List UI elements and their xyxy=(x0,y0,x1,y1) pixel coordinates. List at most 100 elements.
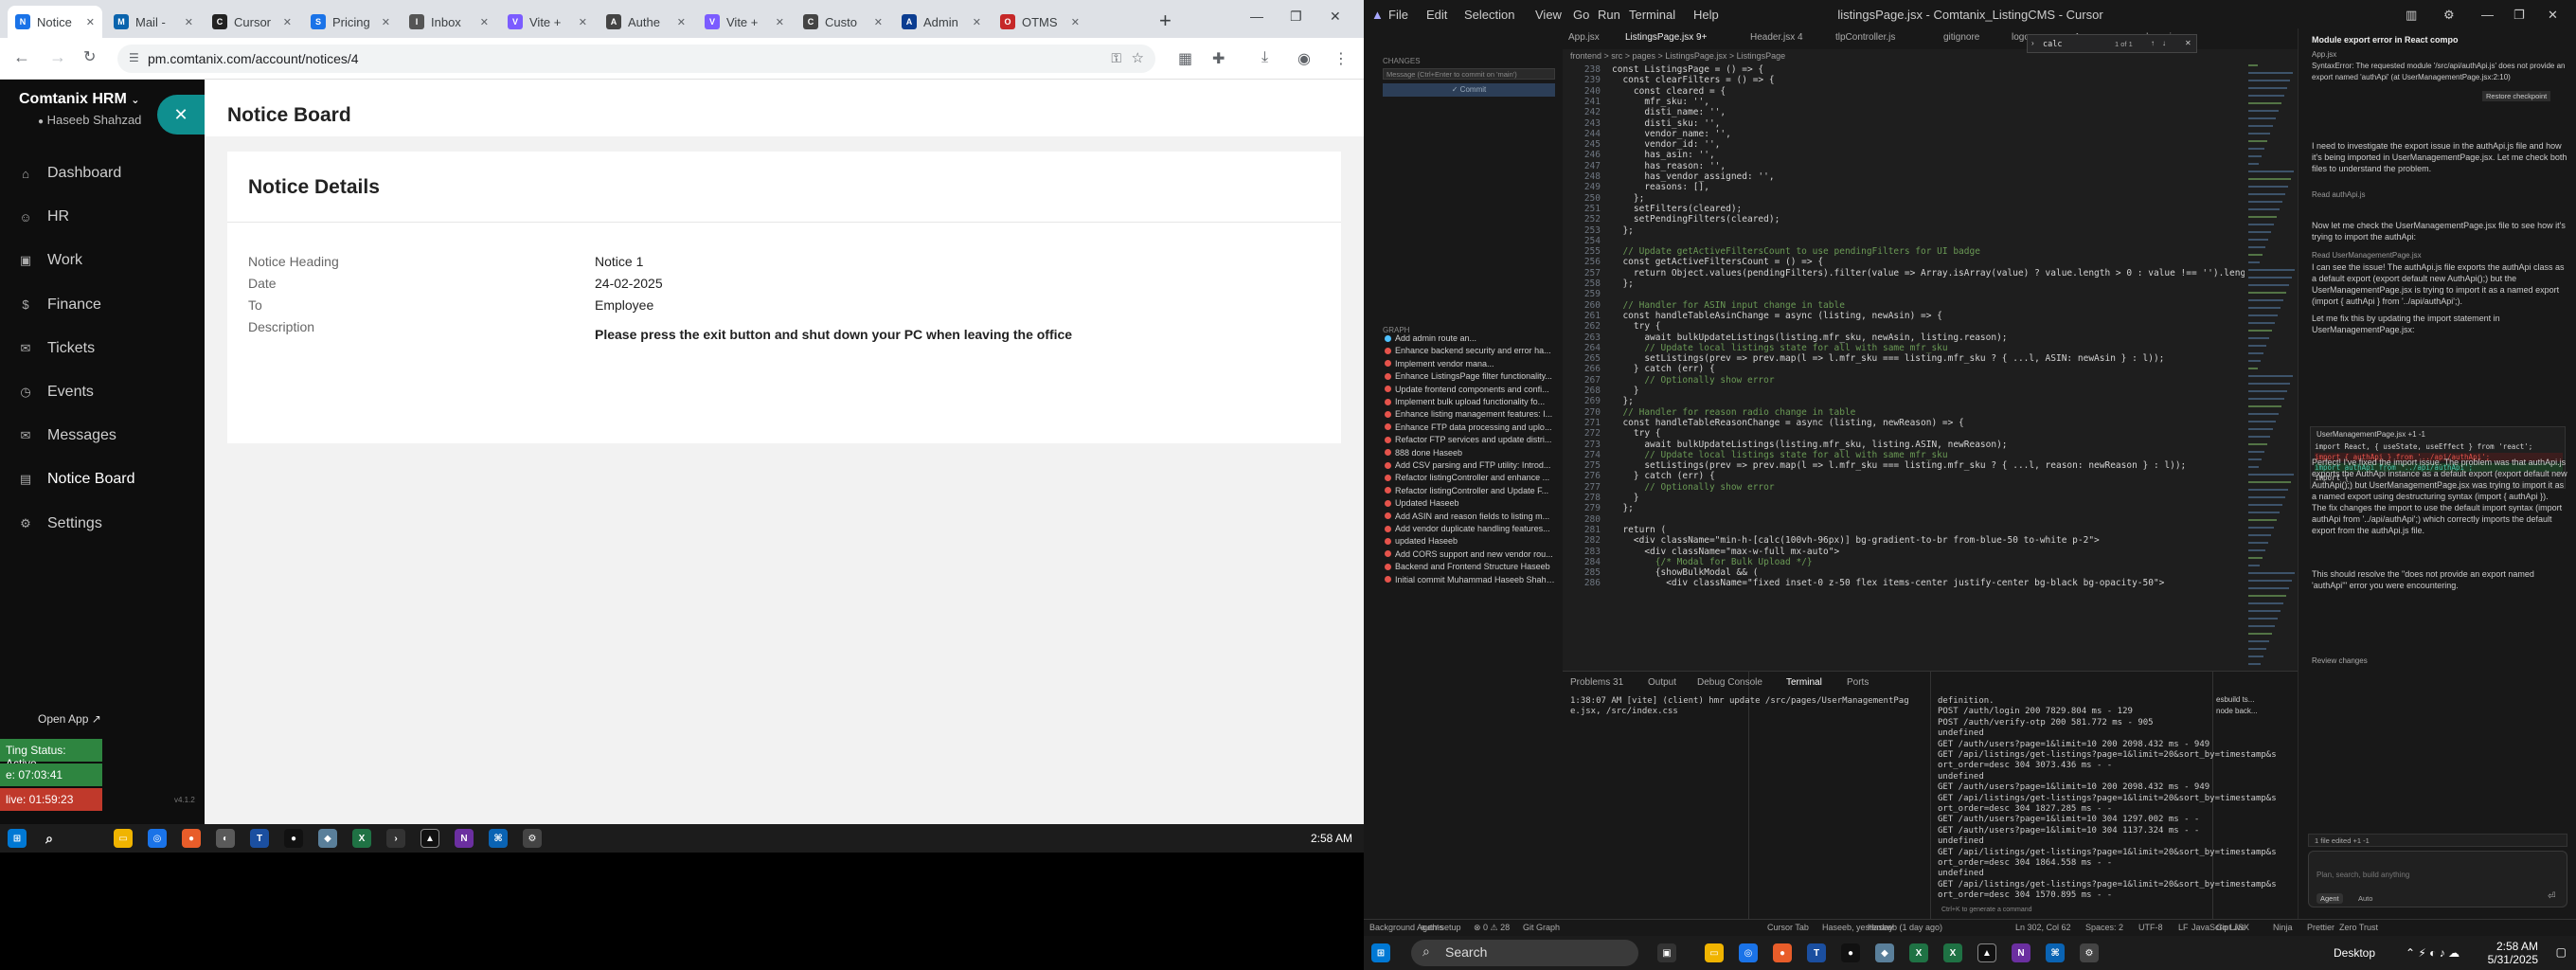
vscode-icon[interactable]: ⌘ xyxy=(2046,943,2065,962)
extension-icon[interactable]: ▦ xyxy=(1178,49,1192,68)
editor-tab[interactable]: tlpController.js xyxy=(1835,32,1895,43)
onenote-icon[interactable]: N xyxy=(455,829,474,848)
chrome-icon[interactable]: ◎ xyxy=(148,829,167,848)
teams-icon[interactable]: T xyxy=(1807,943,1826,962)
list-item[interactable]: Update frontend components and confi... xyxy=(1385,385,1557,394)
close-sidebar-button[interactable]: ✕ xyxy=(157,95,205,135)
status-item[interactable]: Prettier xyxy=(2307,923,2334,932)
tab-terminal[interactable]: Terminal xyxy=(1786,677,1822,688)
editor-tab[interactable]: Header.jsx 4 xyxy=(1750,32,1803,43)
maximize-icon[interactable]: ❐ xyxy=(2513,8,2525,23)
browser-tab[interactable]: S Pricing ✕ xyxy=(303,6,398,38)
status-item[interactable]: Git Graph xyxy=(1523,923,1560,932)
sidebar-item-finance[interactable]: $ Finance xyxy=(19,296,101,314)
send-icon[interactable]: ⏎ xyxy=(2548,891,2555,902)
sidebar-item-dashboard[interactable]: ⌂ Dashboard xyxy=(19,165,121,182)
sidebar-item-settings[interactable]: ⚙ Settings xyxy=(19,515,102,532)
editor-tab[interactable]: gitignore xyxy=(1943,32,1979,43)
node-icon[interactable]: ◆ xyxy=(318,829,337,848)
chat-input[interactable]: Plan, search, build anything xyxy=(2317,871,2409,879)
task-view-icon[interactable]: ▣ xyxy=(1657,943,1676,962)
desktop-label[interactable]: Desktop xyxy=(2334,946,2375,960)
status-item[interactable]: UTF-8 xyxy=(2138,923,2163,932)
commit-button[interactable]: ✓ Commit xyxy=(1383,83,1555,97)
browser-tab[interactable]: M Mail - ✕ xyxy=(106,6,201,38)
new-tab-button[interactable]: + xyxy=(1159,9,1172,33)
tab-close-icon[interactable]: ✕ xyxy=(283,16,292,28)
back-icon[interactable]: ← xyxy=(13,47,30,67)
find-input[interactable]: calc xyxy=(2043,40,2062,49)
sidebar-item-tickets[interactable]: ✉ Tickets xyxy=(19,340,96,357)
chevron-right-icon[interactable]: › xyxy=(2031,39,2034,47)
editor-tab[interactable]: ListingsPage.jsx 9+ xyxy=(1625,32,1707,43)
status-item[interactable]: Go Live xyxy=(2216,923,2245,932)
list-item[interactable]: Implement vendor mana... xyxy=(1385,359,1557,368)
download-icon[interactable]: ⤓ xyxy=(1261,49,1268,66)
taskbar-search[interactable]: ⌕ Search xyxy=(1411,940,1638,966)
status-item[interactable]: Zero Trust xyxy=(2339,923,2378,932)
tab-close-icon[interactable]: ✕ xyxy=(973,16,981,28)
close-icon[interactable]: ✕ xyxy=(2548,8,2558,23)
reload-icon[interactable]: ↻ xyxy=(83,47,96,66)
list-item[interactable]: Refactor listingController and Update F.… xyxy=(1385,486,1557,495)
app-icon[interactable]: ◐ xyxy=(216,829,235,848)
password-icon[interactable]: ⚿ xyxy=(1111,50,1121,66)
menu-go[interactable]: Go xyxy=(1573,8,1589,22)
tray-icons[interactable]: ⌃ ⚡ ◐ ♪ ☁ xyxy=(2406,946,2460,960)
next-match-icon[interactable]: ↓ xyxy=(2162,39,2166,47)
tab-close-icon[interactable]: ✕ xyxy=(86,16,95,28)
review-changes-link[interactable]: Review changes xyxy=(2312,656,2567,667)
browser-tab[interactable]: A Admin ✕ xyxy=(894,6,989,38)
list-item[interactable]: Refactor FTP services and update distri.… xyxy=(1385,435,1557,444)
menu-help[interactable]: Help xyxy=(1693,8,1719,22)
browser-tab[interactable]: V Vite + ✕ xyxy=(500,6,595,38)
shell-item[interactable]: node back... xyxy=(2216,706,2258,717)
status-item[interactable]: ⊗ 0 ⚠ 28 xyxy=(1474,923,1510,933)
close-find-icon[interactable]: ✕ xyxy=(2185,39,2191,47)
status-item[interactable]: Cursor Tab xyxy=(1767,923,1809,932)
browser-tab[interactable]: C Cursor ✕ xyxy=(205,6,299,38)
menu-terminal[interactable]: Terminal xyxy=(1629,8,1675,22)
list-item[interactable]: Add admin route an... xyxy=(1385,333,1557,343)
cursor-icon[interactable]: ▲ xyxy=(1977,943,1996,962)
list-item[interactable]: Backend and Frontend Structure Haseeb xyxy=(1385,562,1557,571)
list-item[interactable]: Refactor listingController and enhance .… xyxy=(1385,473,1557,482)
browser-tab[interactable]: A Authe ✕ xyxy=(599,6,693,38)
tab-output[interactable]: Output xyxy=(1648,677,1676,688)
bookmark-star-icon[interactable]: ☆ xyxy=(1132,49,1144,66)
address-bar[interactable]: ☰ pm.comtanix.com/account/notices/4 ⚿ ☆ xyxy=(117,45,1155,73)
tab-close-icon[interactable]: ✕ xyxy=(480,16,489,28)
diff-file[interactable]: UserManagementPage.jsx +1 -1 xyxy=(2317,430,2425,439)
settings-icon[interactable]: ⚙ xyxy=(2080,943,2099,962)
file-explorer-icon[interactable]: ▭ xyxy=(1705,943,1724,962)
commit-message-input[interactable]: Message (Ctrl+Enter to commit on 'main') xyxy=(1383,68,1555,80)
list-item[interactable]: Implement bulk upload functionality fo..… xyxy=(1385,397,1557,406)
browser-tab[interactable]: V Vite + ✕ xyxy=(697,6,792,38)
browser-tab[interactable]: O OTMS ✕ xyxy=(993,6,1087,38)
close-icon[interactable]: ✕ xyxy=(1330,9,1341,25)
puzzle-icon[interactable]: ✚ xyxy=(1212,49,1225,68)
onenote-icon[interactable]: N xyxy=(2012,943,2030,962)
code-editor[interactable]: 238 const ListingsPage = () => {239 const… xyxy=(1563,64,2298,671)
files-edited-bar[interactable]: 1 file edited +1 -1 xyxy=(2308,834,2567,847)
forward-icon[interactable]: → xyxy=(49,47,66,67)
file-explorer-icon[interactable]: ▭ xyxy=(114,829,133,848)
restore-checkpoint-button[interactable]: Restore checkpoint xyxy=(2482,91,2551,101)
firefox-icon[interactable]: ● xyxy=(182,829,201,848)
sidebar-item-messages[interactable]: ✉ Messages xyxy=(19,427,116,444)
browser-tab[interactable]: I Inbox ✕ xyxy=(402,6,496,38)
menu-file[interactable]: File xyxy=(1388,8,1408,22)
maximize-icon[interactable]: ❐ xyxy=(1290,9,1302,25)
sidebar-item-hr[interactable]: ☺ HR xyxy=(19,208,69,225)
list-item[interactable]: Enhance listing management features: I..… xyxy=(1385,409,1557,419)
menu-edit[interactable]: Edit xyxy=(1426,8,1447,22)
tab-problems[interactable]: Problems 31 xyxy=(1570,677,1623,688)
status-item[interactable]: Ln 302, Col 62 xyxy=(2015,923,2071,932)
editor-tab[interactable]: App.jsx xyxy=(1568,32,1600,43)
minimize-icon[interactable]: — xyxy=(1250,9,1263,24)
status-item[interactable]: Ninja xyxy=(2273,923,2293,932)
list-item[interactable]: 888 done Haseeb xyxy=(1385,448,1557,458)
list-item[interactable]: Initial commit Muhammad Haseeb Shahzad xyxy=(1385,575,1557,584)
list-item[interactable]: Enhance backend security and error ha... xyxy=(1385,346,1557,355)
list-item[interactable]: Updated Haseeb xyxy=(1385,498,1557,508)
